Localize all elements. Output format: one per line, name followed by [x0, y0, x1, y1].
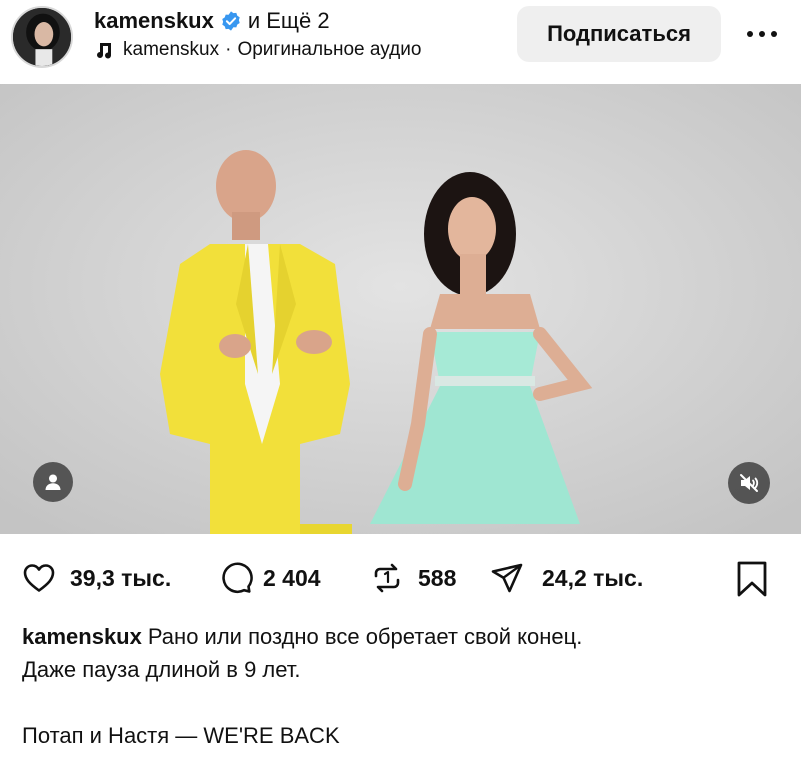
audio-artist: kamenskux [123, 39, 220, 60]
repost-icon [370, 561, 404, 595]
verified-badge-icon [220, 10, 242, 32]
save-bookmark-button[interactable] [734, 560, 770, 598]
share-count: 24,2 тыс. [542, 564, 644, 591]
coauthors-link[interactable]: и Ещё 2 [248, 8, 330, 34]
follow-button[interactable]: Подписаться [517, 6, 721, 62]
audio-line[interactable]: kamenskux · Оригинальное аудио [94, 38, 421, 62]
music-note-icon [94, 40, 114, 60]
user-tag-icon [45, 474, 61, 490]
share-action[interactable]: 24,2 тыс. [490, 550, 643, 606]
post-caption: kamenskux Рано или поздно все обретает св… [22, 620, 782, 752]
comment-action[interactable]: 2 404 [219, 550, 321, 606]
video-frame [0, 84, 801, 534]
paper-plane-icon [490, 561, 524, 595]
comment-bubble-icon [219, 561, 253, 595]
author-line: kamenskux и Ещё 2 [94, 8, 330, 34]
audio-separator: · [225, 39, 232, 60]
user-tag-button[interactable] [33, 462, 73, 502]
avatar-portrait-icon [13, 8, 71, 66]
audio-title: Оригинальное аудио [237, 39, 422, 60]
repost-action[interactable]: 588 [370, 550, 456, 606]
action-bar: 39,3 тыс. 2 404 588 24,2 тыс. [0, 550, 801, 606]
mute-toggle-button[interactable] [728, 462, 770, 504]
author-username[interactable]: kamenskux [94, 8, 214, 34]
caption-text-1: Рано или поздно все обретает свой конец. [147, 624, 583, 649]
caption-line-3: Потап и Настя — WE'RE BACK [22, 723, 340, 748]
post-media[interactable] [0, 84, 801, 534]
repost-count: 588 [418, 564, 457, 591]
muted-speaker-icon [740, 474, 759, 492]
heart-icon [22, 561, 56, 595]
post-header: kamenskux и Ещё 2 kamenskux · Оригинальн… [0, 0, 801, 84]
comment-count: 2 404 [263, 564, 321, 591]
caption-username[interactable]: kamenskux [22, 624, 142, 649]
bookmark-icon [737, 561, 767, 597]
caption-line-1: kamenskux Рано или поздно все обретает св… [22, 620, 782, 653]
more-dots-icon [747, 31, 753, 37]
caption-line-2: Даже пауза длиной в 9 лет. [22, 657, 301, 682]
like-action[interactable]: 39,3 тыс. [22, 550, 171, 606]
like-count: 39,3 тыс. [70, 564, 172, 591]
more-options-button[interactable] [740, 18, 784, 50]
author-avatar[interactable] [11, 6, 73, 68]
